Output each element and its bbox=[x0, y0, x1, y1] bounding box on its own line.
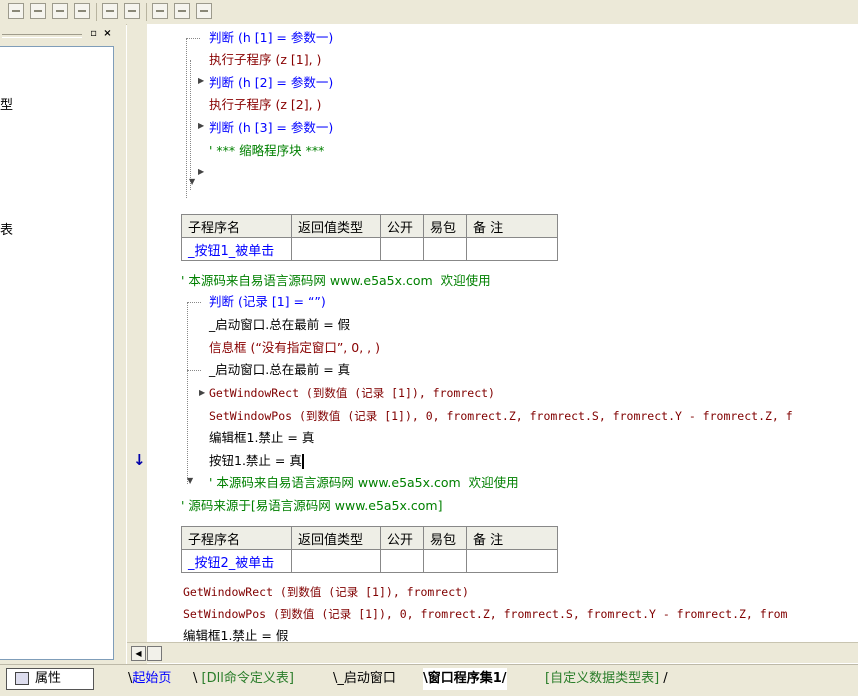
code-line-text: 按钮1.禁止 = 真 bbox=[209, 453, 302, 468]
space-vertical-icon[interactable] bbox=[174, 3, 190, 19]
code-line[interactable]: _启动窗口.总在最前 = 真 bbox=[209, 360, 350, 380]
tab-start-page[interactable]: \起始页 bbox=[128, 668, 171, 690]
flow-arrow-icon: ▶ bbox=[198, 76, 205, 85]
tab-startup-window[interactable]: \_启动窗口 bbox=[333, 668, 396, 690]
current-line-arrow-icon: ↓ bbox=[133, 451, 146, 469]
code-comment[interactable]: ' 源码来源于[易语言源码网 www.e5a5x.com] bbox=[181, 496, 442, 516]
code-line[interactable]: 执行子程序 (z [1], ) bbox=[209, 50, 321, 70]
tab-label: [自定义数据类型表] bbox=[545, 671, 660, 686]
col-header: 返回值类型 bbox=[291, 526, 381, 550]
align-center-icon[interactable] bbox=[30, 3, 46, 19]
col-header: 返回值类型 bbox=[291, 214, 381, 238]
toolbar-separator bbox=[96, 3, 97, 21]
panel-text-fragment: 型 bbox=[0, 98, 14, 113]
code-line[interactable]: ' *** 缩略程序块 *** bbox=[209, 141, 324, 161]
align-bottom-icon[interactable] bbox=[74, 3, 90, 19]
flow-arrow-down-icon: ▼ bbox=[189, 177, 196, 186]
panel-titlebar: ▫ × bbox=[0, 26, 120, 44]
left-panel: ▫ × 型 表 bbox=[0, 24, 126, 664]
text-cursor bbox=[301, 454, 304, 469]
panel-content: 型 表 bbox=[0, 46, 114, 660]
col-header: 子程序名 bbox=[181, 526, 292, 550]
bottom-tab-bar: 属性 \起始页 \ [Dll命令定义表] \_启动窗口 \窗口程序集1/ [自定… bbox=[0, 664, 858, 696]
flow-arrow-icon: ▶ bbox=[199, 388, 206, 397]
col-header: 易包 bbox=[423, 526, 467, 550]
tab-label: 起始页 bbox=[132, 671, 172, 686]
toolbar-separator bbox=[146, 3, 147, 21]
remark-cell[interactable] bbox=[466, 549, 558, 573]
subroutine-table: 子程序名 返回值类型 公开 易包 备 注 _按钮2_被单击 bbox=[181, 526, 558, 573]
toolbar bbox=[0, 0, 858, 25]
code-line[interactable]: SetWindowPos (到数值 (记录 [1]), 0, fromrect.… bbox=[209, 406, 793, 426]
tab-label: [Dll命令定义表] bbox=[201, 671, 294, 686]
properties-tab[interactable]: 属性 bbox=[6, 668, 94, 690]
tab-window-assembly-1[interactable]: \窗口程序集1/ bbox=[423, 668, 507, 690]
align-icon[interactable] bbox=[8, 3, 24, 19]
flow-line bbox=[187, 370, 201, 371]
tab-label: 窗口程序集1 bbox=[427, 671, 502, 686]
code-line[interactable]: GetWindowRect (到数值 (记录 [1]), fromrect) bbox=[183, 582, 469, 602]
flow-arrow-down-icon: ▼ bbox=[187, 476, 194, 485]
flow-line bbox=[187, 302, 201, 303]
return-type-cell[interactable] bbox=[291, 237, 381, 261]
tab-label: _启动窗口 bbox=[337, 671, 396, 686]
col-header: 易包 bbox=[423, 214, 467, 238]
col-header: 备 注 bbox=[466, 214, 558, 238]
code-line[interactable]: 编辑框1.禁止 = 真 bbox=[209, 428, 314, 448]
subroutine-table: 子程序名 返回值类型 公开 易包 备 注 _按钮1_被单击 bbox=[181, 214, 558, 261]
code-comment[interactable]: ' 本源码来自易语言源码网 www.e5a5x.com 欢迎使用 bbox=[181, 271, 491, 291]
public-cell[interactable] bbox=[380, 237, 424, 261]
flow-line bbox=[187, 302, 188, 484]
code-line[interactable]: GetWindowRect (到数值 (记录 [1]), fromrect) bbox=[209, 383, 495, 403]
center-both-icon[interactable] bbox=[196, 3, 212, 19]
code-line[interactable]: 判断 (h [2] = 参数一) bbox=[209, 73, 333, 93]
code-comment[interactable]: ' 本源码来自易语言源码网 www.e5a5x.com 欢迎使用 bbox=[209, 473, 519, 493]
code-line[interactable]: 信息框 (“没有指定窗口”, 0, , ) bbox=[209, 338, 380, 358]
same-width-icon[interactable] bbox=[102, 3, 118, 19]
flow-line bbox=[190, 60, 191, 190]
easy-package-cell[interactable] bbox=[423, 549, 467, 573]
properties-tab-label: 属性 bbox=[35, 671, 62, 686]
subroutine-name[interactable]: _按钮1_被单击 bbox=[181, 237, 292, 261]
public-cell[interactable] bbox=[380, 549, 424, 573]
code-line[interactable]: _启动窗口.总在最前 = 假 bbox=[209, 315, 350, 335]
scroll-thumb[interactable] bbox=[147, 646, 162, 661]
remark-cell[interactable] bbox=[466, 237, 558, 261]
flow-arrow-icon: ▶ bbox=[198, 167, 205, 176]
col-header: 公开 bbox=[380, 214, 424, 238]
flow-arrow-icon: ▶ bbox=[198, 121, 205, 130]
col-header: 备 注 bbox=[466, 526, 558, 550]
col-header: 公开 bbox=[380, 526, 424, 550]
tab-custom-data-types[interactable]: [自定义数据类型表] / bbox=[545, 668, 668, 690]
scroll-left-icon[interactable]: ◀ bbox=[131, 646, 146, 661]
code-line-current[interactable]: 按钮1.禁止 = 真 bbox=[209, 451, 304, 471]
close-icon[interactable]: × bbox=[102, 29, 113, 40]
code-line[interactable]: 判断 (h [1] = 参数一) bbox=[209, 28, 333, 48]
panel-text-fragment: 表 bbox=[0, 223, 14, 238]
flow-line bbox=[186, 38, 187, 198]
tab-dll-commands[interactable]: \ [Dll命令定义表] bbox=[193, 668, 294, 690]
space-horizontal-icon[interactable] bbox=[152, 3, 168, 19]
editor-gutter bbox=[127, 24, 147, 664]
minimize-icon[interactable]: ▫ bbox=[88, 29, 99, 40]
code-line[interactable]: 执行子程序 (z [2], ) bbox=[209, 95, 321, 115]
properties-icon bbox=[15, 672, 29, 685]
code-line[interactable]: 编辑框1.禁止 = 假 bbox=[183, 626, 288, 642]
flow-line bbox=[186, 38, 200, 39]
return-type-cell[interactable] bbox=[291, 549, 381, 573]
col-header: 子程序名 bbox=[181, 214, 292, 238]
code-line[interactable]: 判断 (记录 [1] = “”) bbox=[209, 292, 326, 312]
align-top-icon[interactable] bbox=[52, 3, 68, 19]
code-line[interactable]: 判断 (h [3] = 参数一) bbox=[209, 118, 333, 138]
subroutine-name[interactable]: _按钮2_被单击 bbox=[181, 549, 292, 573]
same-height-icon[interactable] bbox=[124, 3, 140, 19]
easy-package-cell[interactable] bbox=[423, 237, 467, 261]
code-line[interactable]: SetWindowPos (到数值 (记录 [1]), 0, fromrect.… bbox=[183, 604, 787, 624]
code-editor[interactable]: ▶ ▶ ▶ ▼ 判断 (h [1] = 参数一) 执行子程序 (z [1], )… bbox=[147, 24, 858, 642]
horizontal-scrollbar[interactable]: ◀ bbox=[127, 642, 858, 663]
